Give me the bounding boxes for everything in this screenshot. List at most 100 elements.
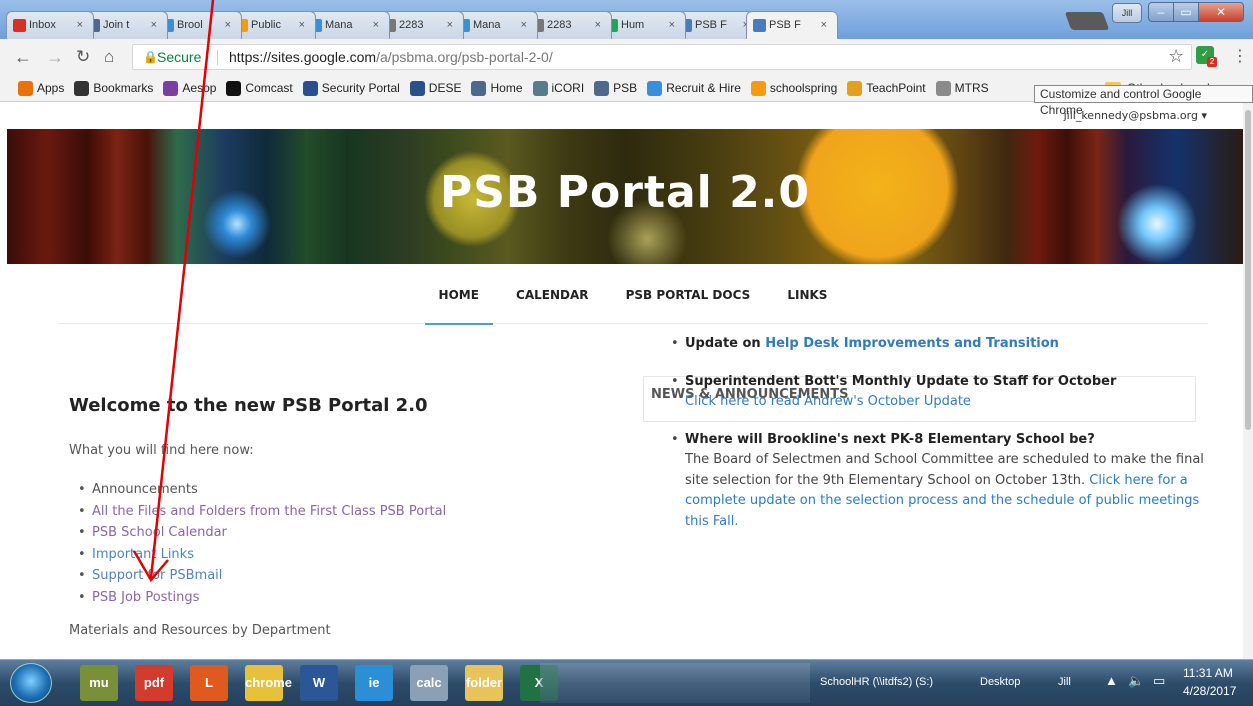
toolbar-desktop[interactable]: Desktop [980,676,1020,688]
clock-time[interactable]: 11:31 AM [1183,666,1233,680]
schoolspring-icon [750,81,766,96]
tab-close-icon[interactable]: × [595,12,601,38]
bookmark-label: Security Portal [321,81,400,95]
tab-close-icon[interactable]: × [77,12,83,38]
taskbar-app-calc[interactable]: calc [410,665,448,701]
start-button[interactable] [10,663,52,703]
bookmark-item[interactable]: Bookmarks [74,75,154,101]
nav-home[interactable]: HOME [424,267,494,325]
bookmark-item[interactable]: Security Portal [302,75,400,101]
nav-links[interactable]: LINKS [787,267,827,324]
bookmark-item[interactable]: iCORI [532,75,584,101]
windows-taskbar: mu pdf Lchrome Wie calc folder X SchoolHR (\\i… [0,659,1253,706]
taskbar-app-W[interactable]: W [300,665,338,701]
taskbar-app-pdf[interactable]: pdf [135,665,173,701]
extension-badge: 2 [1207,57,1217,67]
news-item: Update on Help Desk Improvements and Tra… [671,334,1205,355]
account-menu[interactable]: jill_kennedy@psbma.org ▾ [1064,109,1207,122]
help-desk-link[interactable]: Help Desk Improvements and Transition [765,336,1059,351]
tab-item[interactable]: PSB F × [746,11,838,39]
url-path: /a/psbma.org/psb-portal-2-0/ [376,49,553,65]
tab-item[interactable]: Inbox × [6,11,94,39]
taskbar-app-chrome[interactable]: chrome [245,665,292,701]
shield-icon [409,81,425,96]
action-center-icon[interactable]: ▭ [1153,673,1165,689]
teachpoint-icon [847,81,863,96]
bookmark-item[interactable]: Comcast [226,75,293,101]
reload-icon[interactable]: ↻ [76,47,90,67]
bookmark-item[interactable]: Aesop [163,75,216,101]
bookmark-label: Bookmarks [93,81,154,95]
find-list-item[interactable]: Support for PSBmail [78,565,446,587]
apps-grid-icon [18,81,33,96]
star-icon [74,81,90,96]
taskbar-app-L[interactable]: L [190,665,228,701]
taskbar-app-label: folder [465,675,503,690]
tab-label: Mana [473,19,501,31]
icori-icon [532,81,548,96]
toolbar-jill[interactable]: Jill [1058,676,1071,688]
forward-icon[interactable]: → [46,47,64,67]
volume-icon[interactable]: 🔈 [1128,673,1144,689]
tab-strip: Inbox × Join t × Brool × Public × Mana × 2283 × Mana… [0,0,1253,39]
find-list-item[interactable]: PSB School Calendar [78,522,446,544]
tab-close-icon[interactable]: × [225,12,231,38]
mtrs-icon [935,81,951,96]
tab-list: Inbox × Join t × Brool × Public × Mana × 2283 × Mana… [6,6,838,39]
tab-close-icon[interactable]: × [669,12,675,38]
scrollbar-thumb[interactable] [1245,110,1251,430]
chrome-menu-icon[interactable]: ⋮ [1232,46,1248,66]
taskbar-app-label: calc [416,675,442,690]
gmail-icon [13,19,26,32]
find-list-item[interactable]: Important Links [78,544,446,566]
tab-close-icon[interactable]: × [447,12,453,38]
bookmark-star-icon[interactable]: ☆ [1168,46,1184,67]
taskbar-app-folder[interactable]: folder [465,665,503,701]
news-item: Where will Brookline's next PK-8 Element… [671,430,1205,533]
new-tab-button[interactable] [1064,12,1110,30]
bookmark-item[interactable]: schoolspring [750,75,837,101]
tab-close-icon[interactable]: × [373,12,379,38]
tab-label: Inbox [29,19,56,31]
tab-close-icon[interactable]: × [151,12,157,38]
find-list-item[interactable]: All the Files and Folders from the First… [78,501,446,523]
bookmark-item[interactable]: Recruit & Hire [647,75,741,101]
tab-close-icon[interactable]: × [521,12,527,38]
comcast-icon [226,81,242,96]
nav-calendar[interactable]: CALENDAR [516,267,588,324]
taskbar-app-ie[interactable]: ie [355,665,393,701]
back-icon[interactable]: ← [14,47,32,67]
taskbar-app-mu[interactable]: mu [80,665,118,701]
site-title[interactable]: PSB Portal 2.0 [7,167,1243,218]
recruit-icon [647,81,663,96]
close-window-button[interactable]: ✕ [1198,2,1244,22]
profile-button[interactable]: Jill [1112,3,1142,23]
bookmark-item[interactable]: MTRS [935,75,989,101]
find-list: AnnouncementsAll the Files and Folders f… [78,479,446,609]
bookmark-item[interactable]: PSB [594,75,637,101]
browser-toolbar: ← → ↻ ⌂ 🔒 Secure https://sites.google.co… [0,39,1253,75]
bookmark-item[interactable]: Home [471,75,523,101]
tab-close-icon[interactable]: × [299,12,305,38]
aesop-icon [163,81,179,96]
tab-label: Public [251,19,281,31]
bookmark-item[interactable]: Apps [18,75,64,101]
bookmark-label: Comcast [245,81,293,95]
toolbar-schoolhr[interactable]: SchoolHR (\\itdfs2) (S:) [820,676,933,688]
tray-arrow-icon[interactable]: ▲ [1105,673,1118,688]
home-icon[interactable]: ⌂ [104,47,114,67]
bookmark-item[interactable]: DESE [409,75,461,101]
url-text[interactable]: https://sites.google.com/a/psbma.org/psb… [229,45,553,69]
address-bar[interactable]: 🔒 Secure https://sites.google.com/a/psbm… [132,44,1192,70]
clock-date[interactable]: 4/28/2017 [1183,684,1236,698]
minimize-button[interactable]: – [1148,2,1174,22]
find-list-item[interactable]: PSB Job Postings [78,587,446,609]
maximize-button[interactable]: ▭ [1173,2,1199,22]
nav-psb-portal-docs[interactable]: PSB PORTAL DOCS [626,267,751,324]
taskbar-app-label: L [205,675,213,690]
bookmark-label: MTRS [954,81,989,95]
bookmark-item[interactable]: TeachPoint [847,75,926,101]
tab-close-icon[interactable]: × [821,12,827,38]
october-update-link[interactable]: Click here to read Andrew's October Upda… [685,392,1205,413]
lock-icon: 🔒 [143,50,158,64]
